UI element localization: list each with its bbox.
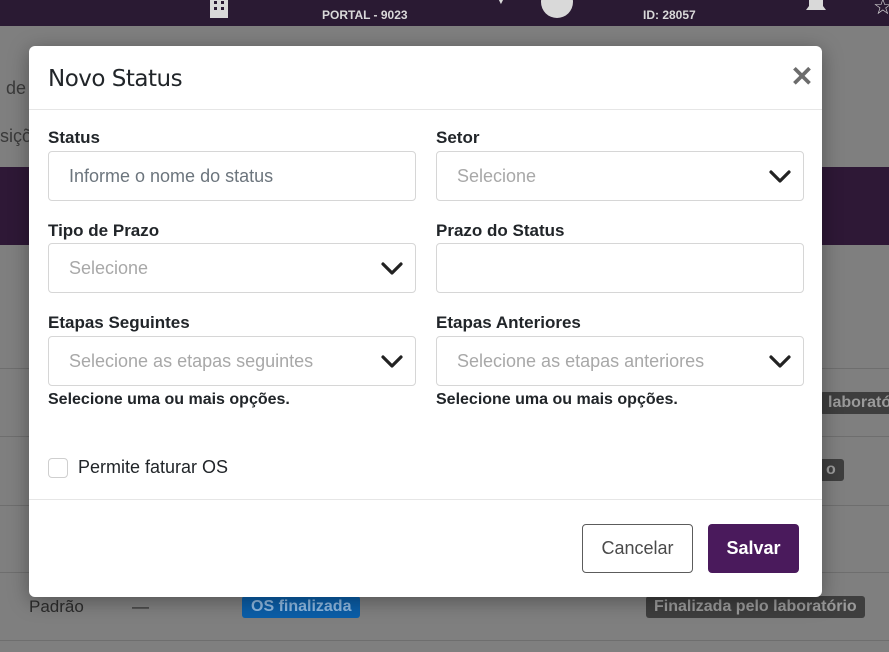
star-icon[interactable]: ☆ xyxy=(873,0,889,20)
etapas-anteriores-help: Selecione uma ou mais opções. xyxy=(436,391,678,408)
permite-faturar-label[interactable]: Permite faturar OS xyxy=(78,457,228,478)
etapas-anteriores-select[interactable]: Selecione as etapas anteriores xyxy=(436,336,804,386)
user-id: ID: 28057 xyxy=(643,8,696,22)
row-cell-padrao: Padrão xyxy=(29,597,84,616)
etapas-anteriores-label: Etapas Anteriores xyxy=(436,313,581,332)
bg-text-de: de xyxy=(6,78,27,98)
chevron-down-icon xyxy=(381,355,403,368)
prazo-status-input[interactable] xyxy=(436,243,804,293)
setor-label: Setor xyxy=(436,128,480,147)
status-label: Status xyxy=(48,128,100,147)
setor-select-value: Selecione xyxy=(457,166,537,186)
new-status-modal: Novo Status ✕ Status Informe o nome do s… xyxy=(29,46,822,597)
portal-label: PORTAL - 9023 xyxy=(322,8,408,22)
modal-title: Novo Status xyxy=(48,66,183,92)
setor-select[interactable]: Selecione xyxy=(436,151,804,201)
prazo-status-label: Prazo do Status xyxy=(436,221,565,240)
etapas-seguintes-help: Selecione uma ou mais opções. xyxy=(48,391,290,408)
tipo-prazo-select[interactable]: Selecione xyxy=(48,243,416,293)
tipo-prazo-select-value: Selecione xyxy=(69,258,149,278)
chevron-down-icon xyxy=(769,355,791,368)
status-badge: laborató xyxy=(820,392,889,414)
chevron-down-icon xyxy=(769,170,791,183)
status-input-placeholder: Informe o nome do status xyxy=(69,166,274,186)
permite-faturar-checkbox[interactable] xyxy=(48,458,68,478)
save-button[interactable]: Salvar xyxy=(708,524,799,573)
row-divider xyxy=(0,640,889,641)
etapas-anteriores-select-value: Selecione as etapas anteriores xyxy=(457,351,705,371)
row-cell-dash: — xyxy=(132,597,149,616)
close-icon[interactable]: ✕ xyxy=(789,63,815,91)
building-icon xyxy=(210,0,228,18)
status-badge-os-finalizada: OS finalizada xyxy=(242,596,361,618)
bg-text-sicao: siçõ xyxy=(0,126,33,146)
chevron-down-icon xyxy=(381,262,403,275)
modal-footer-divider xyxy=(29,499,822,500)
modal-header: Novo Status ✕ xyxy=(29,46,822,110)
bell-icon[interactable] xyxy=(802,0,830,14)
etapas-seguintes-select-value: Selecione as etapas seguintes xyxy=(69,351,314,371)
top-navbar: PORTAL - 9023 ▼ ID: 28057 ☆ xyxy=(0,0,889,26)
user-avatar-icon[interactable] xyxy=(541,0,573,18)
etapas-seguintes-select[interactable]: Selecione as etapas seguintes xyxy=(48,336,416,386)
tipo-prazo-label: Tipo de Prazo xyxy=(48,221,160,240)
etapas-seguintes-label: Etapas Seguintes xyxy=(48,313,190,332)
cancel-button[interactable]: Cancelar xyxy=(582,524,693,573)
status-badge-finalizada-lab: Finalizada pelo laboratório xyxy=(646,596,865,618)
chevron-down-icon[interactable]: ▼ xyxy=(496,0,506,7)
status-input[interactable]: Informe o nome do status xyxy=(48,151,416,201)
